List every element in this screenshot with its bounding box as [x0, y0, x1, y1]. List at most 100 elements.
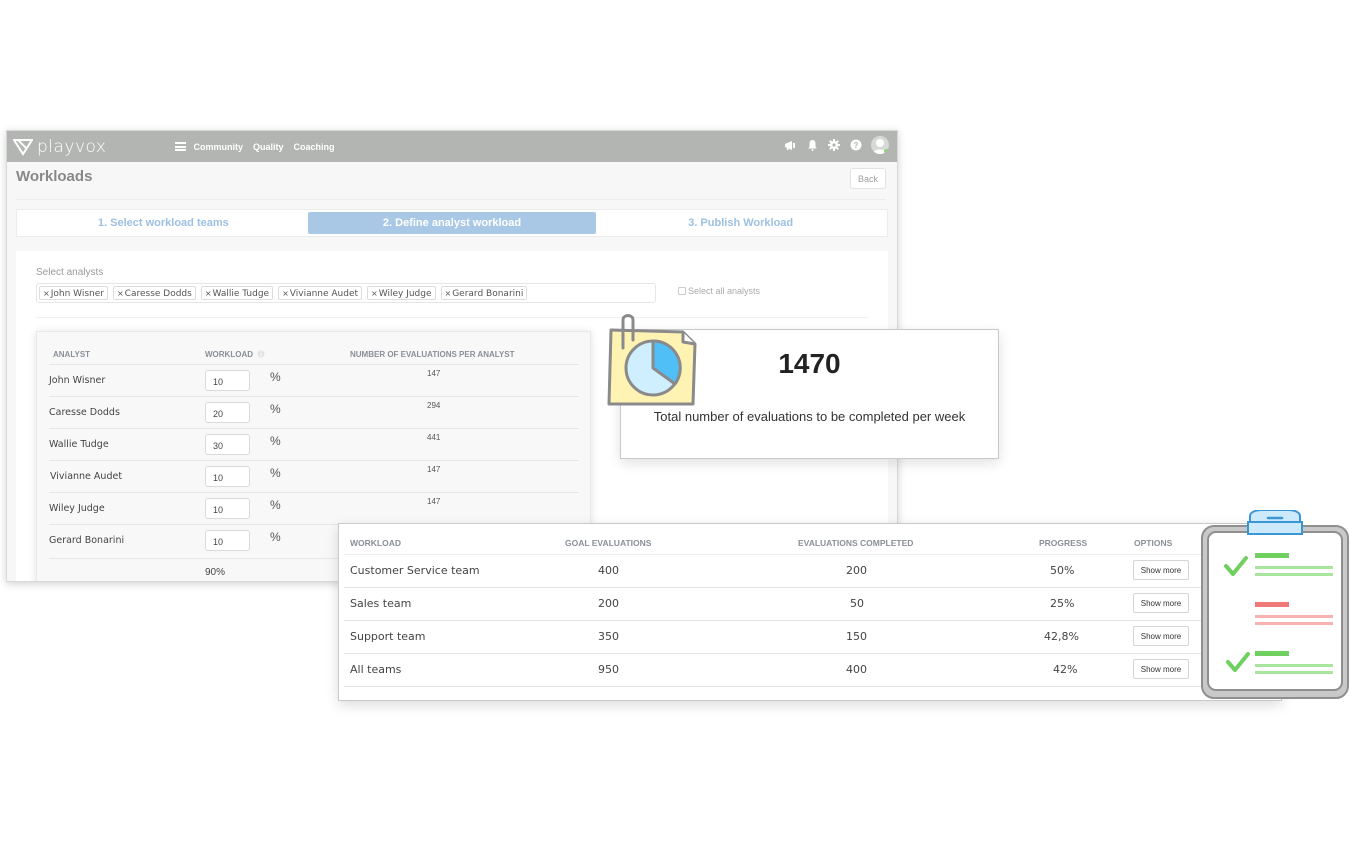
show-more-button[interactable]: Show more [1133, 593, 1189, 613]
bell-icon[interactable] [805, 138, 819, 152]
top-icons: ? [775, 136, 889, 154]
progress-value: 50% [1050, 564, 1075, 577]
tag-label: John Wisner [50, 289, 104, 299]
info-icon[interactable] [257, 350, 265, 358]
tag-label: Wiley Judge [378, 289, 432, 299]
col-header-workload: WORKLOAD [205, 350, 265, 359]
brand-logo[interactable]: playvox [13, 137, 107, 157]
page-title: Workloads [16, 168, 93, 185]
pie-chart-note-icon [607, 314, 697, 406]
analyst-tag[interactable]: ×Caresse Dodds [112, 286, 196, 300]
remove-icon[interactable]: × [205, 289, 212, 298]
table-row: Caresse Dodds 20 % 294 [49, 396, 579, 428]
workload-input[interactable]: 30 [205, 434, 250, 455]
gear-icon[interactable] [827, 138, 841, 152]
step-publish-workload[interactable]: 3. Publish Workload [596, 212, 885, 234]
analyst-tag[interactable]: ×Gerard Bonarini [440, 286, 528, 300]
col-header-options: OPTIONS [1134, 538, 1173, 548]
team-name: Support team [350, 630, 426, 643]
col-header-evaluations: NUMBER OF EVALUATIONS PER ANALYST [350, 350, 515, 359]
select-all-analysts[interactable]: Select all analysts [678, 286, 760, 296]
col-header-goal: GOAL EVALUATIONS [565, 538, 652, 548]
analyst-name: Gerard Bonarini [49, 535, 125, 546]
tag-label: Vivianne Audet [289, 289, 359, 299]
analyst-name: Wiley Judge [49, 503, 105, 514]
step-select-teams[interactable]: 1. Select workload teams [19, 212, 308, 234]
table-row: Wiley Judge 10 % 147 [49, 492, 579, 524]
progress-value: 42% [1053, 663, 1078, 676]
nav-coaching[interactable]: Coaching [294, 142, 335, 152]
workload-input[interactable]: 20 [205, 402, 250, 423]
show-more-button[interactable]: Show more [1133, 626, 1189, 646]
divider [16, 199, 886, 200]
remove-icon[interactable]: × [371, 289, 378, 298]
col-header-workload: WORKLOAD [350, 538, 401, 548]
analyst-name: Vivianne Audet [50, 471, 123, 482]
evaluations-count: 294 [427, 401, 441, 410]
clipboard-checklist-icon [1201, 510, 1349, 699]
table-row: Support team 350 150 42,8% Show more [344, 621, 1204, 654]
back-button[interactable]: Back [850, 168, 886, 189]
team-progress-table: WORKLOAD GOAL EVALUATIONS EVALUATIONS CO… [338, 523, 1282, 701]
table-row: All teams 950 400 42% Show more [344, 654, 1204, 687]
tag-label: Gerard Bonarini [452, 289, 524, 299]
main-nav: Community Quality Coaching [194, 142, 345, 152]
analyst-tag[interactable]: ×Wiley Judge [367, 286, 436, 300]
step-define-workload[interactable]: 2. Define analyst workload [307, 212, 597, 234]
remove-icon[interactable]: × [117, 289, 124, 298]
analyst-tag[interactable]: ×Vivianne Audet [278, 286, 363, 300]
nav-quality[interactable]: Quality [253, 142, 284, 152]
remove-icon[interactable]: × [282, 289, 289, 298]
select-analysts-label: Select analysts [36, 267, 104, 278]
show-more-button[interactable]: Show more [1133, 659, 1189, 679]
progress-value: 42,8% [1044, 630, 1079, 643]
megaphone-icon[interactable] [783, 138, 797, 152]
evaluations-count: 147 [427, 497, 441, 506]
team-name: Customer Service team [350, 564, 480, 577]
analyst-multiselect[interactable]: ×John Wisner ×Caresse Dodds ×Wallie Tudg… [36, 283, 656, 303]
workload-input[interactable]: 10 [205, 498, 250, 519]
tag-label: Caresse Dodds [124, 289, 192, 299]
analyst-name: Caresse Dodds [49, 407, 120, 418]
progress-value: 25% [1050, 597, 1075, 610]
col-header-progress: PROGRESS [1039, 538, 1088, 548]
percent-unit: % [270, 402, 281, 416]
select-all-checkbox[interactable] [678, 287, 686, 295]
percent-unit: % [270, 466, 281, 480]
completed-evaluations: 50 [850, 597, 864, 610]
nav-community[interactable]: Community [194, 142, 244, 152]
online-status-dot [884, 149, 889, 154]
workload-total: 90% [205, 567, 226, 578]
table-row: Wallie Tudge 30 % 441 [49, 428, 579, 460]
completed-evaluations: 150 [846, 630, 867, 643]
percent-unit: % [270, 434, 281, 448]
wizard-steps: 1. Select workload teams 2. Define analy… [16, 209, 888, 237]
playvox-logo-icon [13, 138, 33, 156]
analyst-tag[interactable]: ×John Wisner [39, 286, 108, 300]
hamburger-menu-icon[interactable] [174, 142, 186, 151]
remove-icon[interactable]: × [445, 289, 452, 298]
col-header-completed: EVALUATIONS COMPLETED [798, 538, 914, 548]
table-row: Vivianne Audet 10 % 147 [49, 460, 579, 492]
tag-label: Wallie Tudge [212, 289, 270, 299]
goal-evaluations: 950 [598, 663, 619, 676]
svg-text:?: ? [854, 141, 859, 150]
team-name: Sales team [350, 597, 412, 610]
help-icon[interactable]: ? [849, 138, 863, 152]
workload-input[interactable]: 10 [205, 530, 250, 551]
show-more-button[interactable]: Show more [1133, 560, 1189, 580]
completed-evaluations: 200 [846, 564, 867, 577]
workload-input[interactable]: 10 [205, 370, 250, 391]
col-header-workload-label: WORKLOAD [205, 350, 253, 359]
remove-icon[interactable]: × [43, 289, 50, 298]
user-avatar[interactable] [871, 136, 889, 154]
analyst-tag[interactable]: ×Wallie Tudge [200, 286, 274, 300]
col-header-analyst: ANALYST [53, 350, 91, 359]
top-navbar: playvox Community Quality Coaching ? [7, 131, 897, 162]
workload-input[interactable]: 10 [205, 466, 250, 487]
brand-name: playvox [37, 136, 107, 157]
table-row: John Wisner 10 % 147 [49, 364, 579, 396]
analyst-name: John Wisner [49, 375, 106, 386]
goal-evaluations: 400 [598, 564, 619, 577]
percent-unit: % [270, 498, 281, 512]
